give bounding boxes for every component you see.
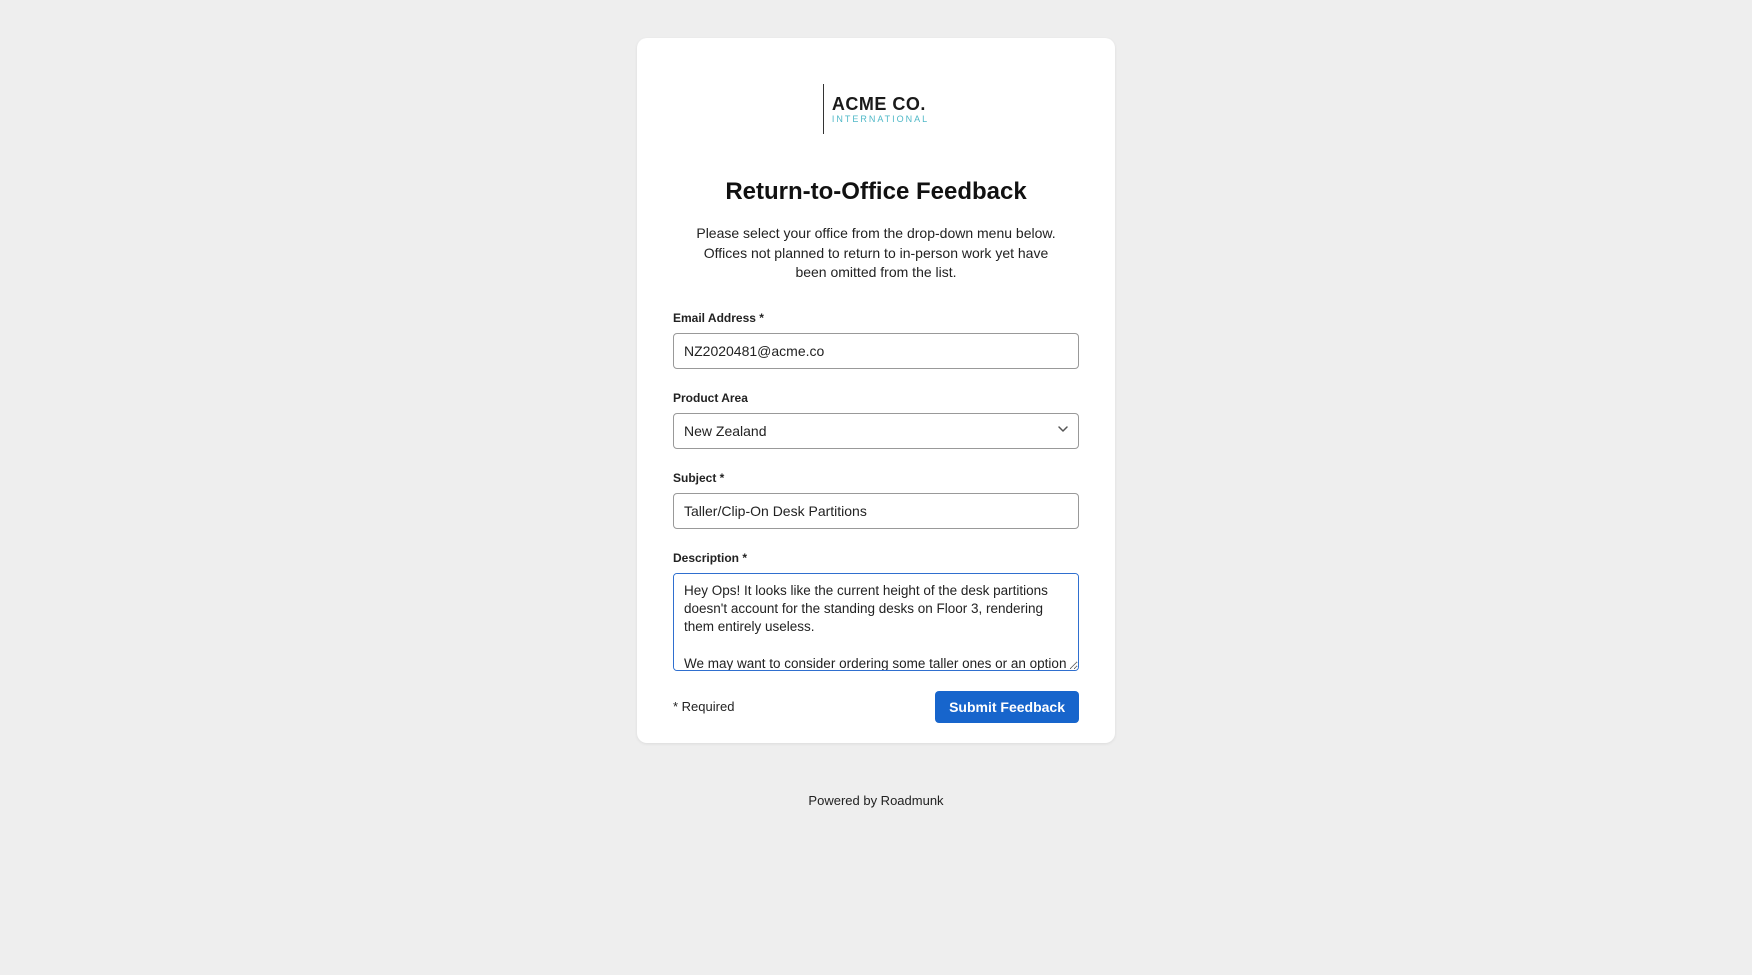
product-area-select[interactable]: New Zealand <box>673 413 1079 449</box>
logo-text-block: ACME CO. INTERNATIONAL <box>832 95 929 124</box>
email-input[interactable] <box>673 333 1079 369</box>
logo-main-text: ACME CO. <box>832 95 929 113</box>
submit-button[interactable]: Submit Feedback <box>935 691 1079 723</box>
feedback-form-card: ACME CO. INTERNATIONAL Return-to-Office … <box>637 38 1115 743</box>
powered-by-text: Powered by Roadmunk <box>808 793 943 808</box>
logo-divider-bar <box>823 84 824 134</box>
logo-sub-text: INTERNATIONAL <box>832 115 929 124</box>
email-field-group: Email Address * <box>673 311 1079 369</box>
form-title: Return-to-Office Feedback <box>673 178 1079 206</box>
description-label: Description * <box>673 551 1079 565</box>
description-textarea[interactable] <box>673 573 1079 671</box>
form-intro-text: Please select your office from the drop-… <box>673 224 1079 283</box>
product-area-label: Product Area <box>673 391 1079 405</box>
subject-input[interactable] <box>673 493 1079 529</box>
subject-label: Subject * <box>673 471 1079 485</box>
required-note: * Required <box>673 699 734 714</box>
company-logo: ACME CO. INTERNATIONAL <box>823 84 929 134</box>
product-area-field-group: Product Area New Zealand <box>673 391 1079 449</box>
email-label: Email Address * <box>673 311 1079 325</box>
form-footer-row: * Required Submit Feedback <box>673 691 1079 723</box>
subject-field-group: Subject * <box>673 471 1079 529</box>
description-field-group: Description * <box>673 551 1079 671</box>
product-area-select-wrap: New Zealand <box>673 413 1079 449</box>
